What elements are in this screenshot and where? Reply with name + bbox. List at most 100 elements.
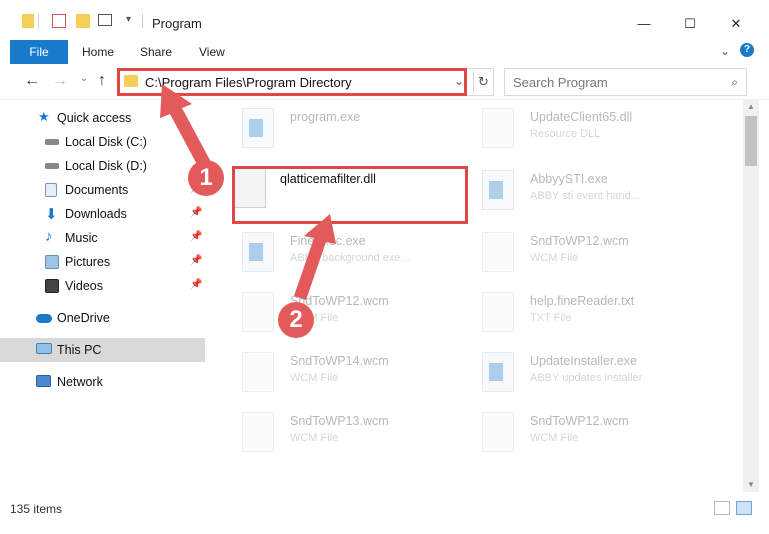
file-item[interactable]: help.fineReader.txt TXT File xyxy=(460,286,700,342)
exe-file-icon xyxy=(482,352,514,392)
pictures-icon xyxy=(45,255,59,269)
file-name: SndToWP12.wcm xyxy=(530,234,629,248)
maximize-button[interactable]: ☐ xyxy=(667,14,713,36)
refresh-button[interactable]: ↻ xyxy=(473,71,493,93)
videos-icon xyxy=(45,279,59,293)
pin-icon[interactable]: 📌 xyxy=(190,279,202,290)
new-folder-icon[interactable] xyxy=(76,14,90,28)
sidebar-item-pictures[interactable]: Pictures 📌 xyxy=(0,250,205,274)
file-icon xyxy=(482,412,514,452)
sidebar-item-label: This PC xyxy=(57,343,102,357)
chevron-down-icon[interactable]: ⌄ xyxy=(454,74,464,88)
step-badge-2: 2 xyxy=(278,302,314,338)
exe-file-icon xyxy=(242,108,274,148)
search-placeholder: Search Program xyxy=(513,75,608,90)
folder-icon[interactable] xyxy=(22,14,34,28)
file-item[interactable]: SndToWP12.wcm WCM File xyxy=(460,226,700,282)
file-icon xyxy=(482,292,514,332)
tab-file[interactable]: File xyxy=(10,40,68,64)
step-badge-1: 1 xyxy=(188,160,224,196)
file-item[interactable]: UpdateClient65.dll Resource DLL xyxy=(460,102,700,158)
tab-home[interactable]: Home xyxy=(82,40,114,64)
help-icon[interactable]: ? xyxy=(740,43,754,57)
file-name: program.exe xyxy=(290,110,361,124)
details-view-button[interactable] xyxy=(714,501,730,515)
divider xyxy=(142,14,143,28)
file-icon xyxy=(482,232,514,272)
computer-icon xyxy=(36,343,52,354)
file-name: SndToWP14.wcm xyxy=(290,354,389,368)
tab-view[interactable]: View xyxy=(199,40,225,64)
pin-icon[interactable]: 📌 xyxy=(190,255,202,266)
sidebar-item-network[interactable]: Network xyxy=(0,370,205,394)
file-item-focused[interactable]: qlatticemafilter.dll xyxy=(214,164,454,220)
scroll-thumb[interactable] xyxy=(745,116,757,166)
file-item[interactable]: SndToWP13.wcm WCM File xyxy=(220,406,460,462)
search-icon: ⌕ xyxy=(731,75,738,89)
forward-button[interactable]: → xyxy=(52,72,68,90)
file-item[interactable]: AbbyySTI.exe ABBY sti event hand... xyxy=(460,164,700,220)
pin-icon[interactable]: 📌 xyxy=(190,231,202,242)
properties-icon[interactable] xyxy=(52,14,66,28)
scroll-down-arrow[interactable]: ▼ xyxy=(743,480,759,489)
divider xyxy=(38,14,39,28)
file-item[interactable]: SndToWP14.wcm WCM File xyxy=(220,346,460,402)
customize-icon[interactable] xyxy=(98,14,112,26)
ribbon: File Home Share View ⌄ ? xyxy=(0,40,769,64)
sidebar-item-label: Pictures xyxy=(65,255,111,269)
sidebar-item-downloads[interactable]: ⬇ Downloads 📌 xyxy=(0,202,205,226)
expand-ribbon-icon[interactable]: ⌄ xyxy=(720,44,730,58)
exe-file-icon xyxy=(242,232,274,272)
exe-file-icon xyxy=(482,170,514,210)
recent-locations-button[interactable]: ⌄ xyxy=(80,73,88,84)
cloud-icon xyxy=(36,314,52,323)
sidebar-item-label: Local Disk (C:) xyxy=(65,135,147,149)
title-bar: ▾ Program — ☐ ✕ xyxy=(0,0,769,40)
file-item[interactable]: UpdateInstaller.exe ABBY updates install… xyxy=(460,346,700,402)
close-button[interactable]: ✕ xyxy=(713,14,759,36)
file-name: help.fineReader.txt xyxy=(530,294,635,308)
file-item[interactable]: SndToWP12.wcm WCM File xyxy=(220,286,460,342)
file-list: program.exe UpdateClient65.dll Resource … xyxy=(210,102,744,492)
file-name: qlatticemafilter.dll xyxy=(280,172,376,186)
address-text: C:\Program Files\Program Directory xyxy=(145,75,352,90)
sidebar-item-label: Quick access xyxy=(57,111,132,125)
pin-icon[interactable]: 📌 xyxy=(190,207,202,218)
file-item[interactable]: program.exe xyxy=(220,102,460,158)
sidebar-item-videos[interactable]: Videos 📌 xyxy=(0,274,205,298)
file-name: FineExec.exe xyxy=(290,234,366,248)
sidebar-item-documents[interactable]: Documents 📌 xyxy=(0,178,205,202)
sidebar-item-label: Local Disk (D:) xyxy=(65,159,147,173)
drive-icon xyxy=(45,139,59,145)
sidebar-item-local-disk-d[interactable]: Local Disk (D:) xyxy=(0,154,205,178)
up-button[interactable]: ↑ xyxy=(98,72,106,90)
file-item[interactable]: FineExec.exe ABBY background exe... xyxy=(220,226,460,282)
sidebar-item-quick-access[interactable]: ★ Quick access xyxy=(0,106,205,130)
address-bar[interactable]: C:\Program Files\Program Directory ⌄ ↻ xyxy=(117,68,494,96)
file-type: ABBY background exe... xyxy=(290,252,410,264)
file-type: Resource DLL xyxy=(530,128,601,140)
file-type: WCM File xyxy=(530,252,579,264)
file-icon xyxy=(242,412,274,452)
sidebar-item-label: Downloads xyxy=(65,207,127,221)
tab-share[interactable]: Share xyxy=(140,40,172,64)
sidebar-item-label: OneDrive xyxy=(57,311,110,325)
minimize-button[interactable]: — xyxy=(621,14,667,36)
back-button[interactable]: ← xyxy=(24,72,40,90)
file-type: WCM File xyxy=(290,372,339,384)
status-bar: 135 items xyxy=(0,498,769,520)
dropdown-icon[interactable]: ▾ xyxy=(126,14,131,25)
sidebar-item-music[interactable]: ♪ Music 📌 xyxy=(0,226,205,250)
downloads-icon: ⬇ xyxy=(45,206,58,223)
large-icons-view-button[interactable] xyxy=(736,501,752,515)
file-name: SndToWP12.wcm xyxy=(530,414,629,428)
vertical-scrollbar[interactable]: ▲ ▼ xyxy=(743,100,759,492)
search-input[interactable]: Search Program ⌕ xyxy=(504,68,747,96)
file-item[interactable]: SndToWP12.wcm WCM File xyxy=(460,406,700,462)
sidebar-item-onedrive[interactable]: OneDrive xyxy=(0,306,205,330)
sidebar-item-label: Documents xyxy=(65,183,129,197)
scroll-up-arrow[interactable]: ▲ xyxy=(743,102,759,111)
sidebar-item-local-disk-c[interactable]: Local Disk (C:) xyxy=(0,130,205,154)
music-icon: ♪ xyxy=(45,228,53,245)
sidebar-item-this-pc[interactable]: This PC xyxy=(0,338,205,362)
